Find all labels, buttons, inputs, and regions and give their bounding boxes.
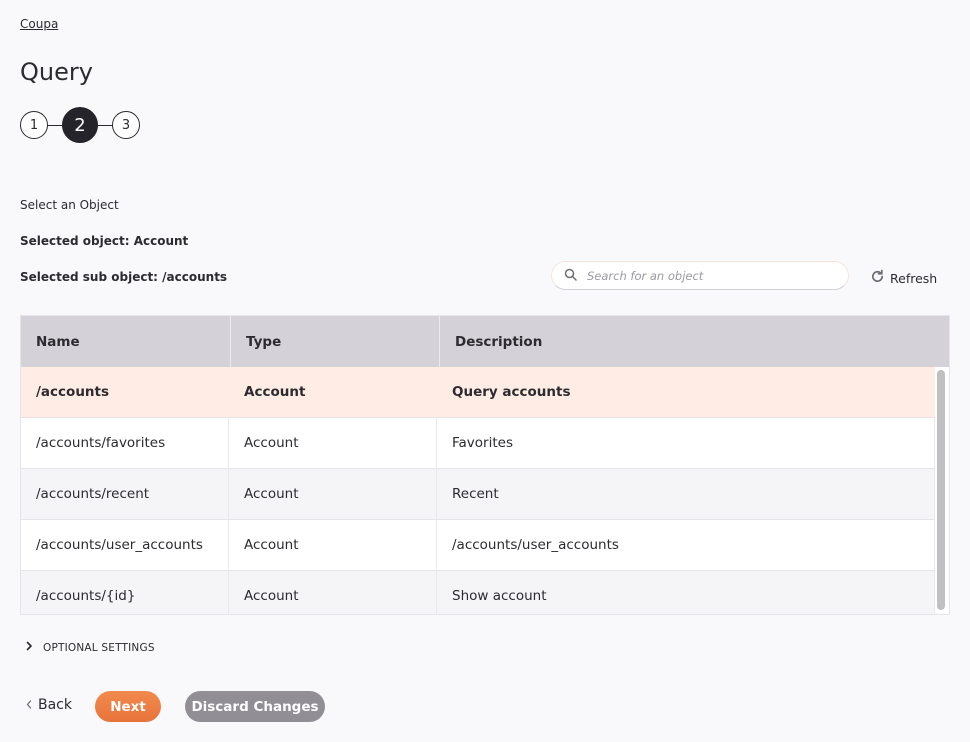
column-header-description[interactable]: Description bbox=[440, 316, 949, 367]
stepper: 1 2 3 bbox=[20, 107, 140, 143]
step-3[interactable]: 3 bbox=[112, 111, 140, 139]
table-header: Name Type Description bbox=[21, 316, 949, 367]
chevron-right-icon bbox=[26, 641, 43, 654]
step-1[interactable]: 1 bbox=[20, 111, 48, 139]
cell-type: Account bbox=[229, 418, 437, 468]
optional-settings-toggle[interactable]: OPTIONAL SETTINGS bbox=[26, 641, 155, 654]
cell-name: /accounts/user_accounts bbox=[21, 520, 229, 570]
step-2-active[interactable]: 2 bbox=[62, 107, 98, 143]
cell-description: Show account bbox=[437, 571, 935, 614]
table-scrollbar[interactable] bbox=[937, 370, 945, 610]
table-row[interactable]: /accounts/favorites Account Favorites bbox=[21, 418, 935, 469]
cell-type: Account bbox=[229, 520, 437, 570]
optional-settings-label: OPTIONAL SETTINGS bbox=[43, 641, 155, 654]
chevron-left-icon bbox=[26, 697, 38, 713]
refresh-button[interactable]: Refresh bbox=[870, 269, 937, 287]
refresh-label: Refresh bbox=[890, 270, 938, 286]
table-row[interactable]: /accounts/recent Account Recent bbox=[21, 469, 935, 520]
step-connector bbox=[48, 124, 62, 126]
cell-type: Account bbox=[229, 469, 437, 519]
selected-object-text: Selected object: Account bbox=[20, 234, 189, 248]
step-connector bbox=[98, 124, 112, 126]
cell-description: /accounts/user_accounts bbox=[437, 520, 935, 570]
cell-type: Account bbox=[244, 384, 306, 400]
search-icon bbox=[564, 266, 577, 285]
table-body: /accounts Account Query accounts /accoun… bbox=[21, 367, 949, 614]
column-header-type[interactable]: Type bbox=[231, 316, 440, 367]
cell-description: Query accounts bbox=[452, 384, 571, 400]
cell-type: Account bbox=[229, 571, 437, 614]
objects-table: Name Type Description /accounts Account … bbox=[20, 315, 950, 615]
table-row[interactable]: /accounts/user_accounts Account /account… bbox=[21, 520, 935, 571]
next-button[interactable]: Next bbox=[95, 691, 161, 722]
selected-sub-object-text: Selected sub object: /accounts bbox=[20, 270, 228, 284]
back-button[interactable]: Back bbox=[26, 697, 72, 713]
cell-name: /accounts/favorites bbox=[21, 418, 229, 468]
cell-name: /accounts bbox=[36, 384, 110, 400]
discard-changes-button[interactable]: Discard Changes bbox=[185, 691, 325, 722]
back-label: Back bbox=[38, 697, 72, 713]
table-row-selected[interactable]: /accounts Account Query accounts bbox=[21, 367, 935, 418]
cell-description: Favorites bbox=[437, 418, 935, 468]
page-title: Query bbox=[20, 58, 93, 86]
cell-name: /accounts/recent bbox=[21, 469, 229, 519]
table-row[interactable]: /accounts/{id} Account Show account bbox=[21, 571, 935, 614]
search-box[interactable] bbox=[551, 261, 849, 290]
refresh-icon bbox=[870, 269, 890, 287]
search-input[interactable] bbox=[587, 268, 827, 283]
select-object-label: Select an Object bbox=[20, 198, 119, 212]
breadcrumb-coupa[interactable]: Coupa bbox=[20, 17, 58, 31]
column-header-name[interactable]: Name bbox=[21, 316, 231, 367]
cell-name: /accounts/{id} bbox=[21, 571, 229, 614]
cell-description: Recent bbox=[437, 469, 935, 519]
